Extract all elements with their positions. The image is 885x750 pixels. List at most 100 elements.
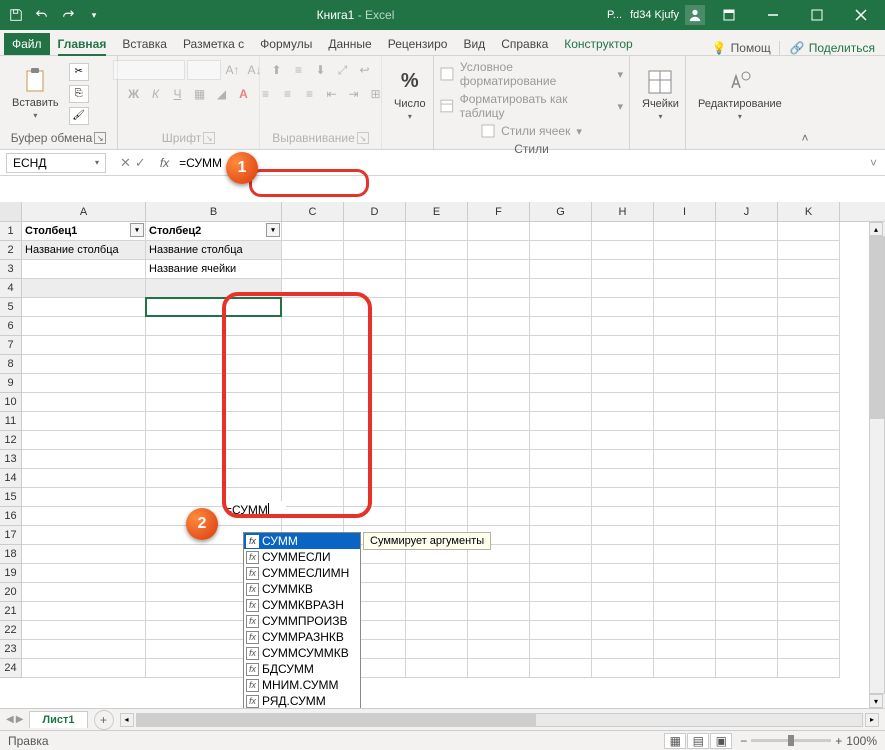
undo-icon[interactable] — [30, 3, 54, 27]
cell[interactable] — [22, 583, 146, 602]
cell[interactable] — [468, 640, 530, 659]
cell[interactable] — [778, 545, 840, 564]
cell[interactable] — [530, 621, 592, 640]
cell[interactable] — [282, 374, 344, 393]
cell[interactable] — [778, 583, 840, 602]
name-box[interactable]: ЕСНД ▾ — [6, 153, 106, 173]
hscroll-thumb[interactable] — [137, 714, 536, 726]
cell[interactable]: Название столбца — [146, 241, 282, 260]
col-header-H[interactable]: H — [592, 202, 654, 221]
cell[interactable]: Столбец1▾ — [22, 222, 146, 241]
cell[interactable] — [344, 412, 406, 431]
ribbon-display-icon[interactable] — [709, 0, 749, 30]
cell[interactable] — [592, 450, 654, 469]
cell[interactable] — [654, 488, 716, 507]
cell[interactable]: Название ячейки — [146, 260, 282, 279]
cell[interactable] — [778, 621, 840, 640]
cell[interactable] — [778, 374, 840, 393]
row-header[interactable]: 8 — [0, 355, 22, 374]
row-header[interactable]: 10 — [0, 393, 22, 412]
cell[interactable] — [406, 241, 468, 260]
cell[interactable] — [146, 298, 282, 317]
cell[interactable] — [468, 621, 530, 640]
cell[interactable] — [778, 450, 840, 469]
autocomplete-item[interactable]: fxБДСУММ — [244, 661, 360, 677]
cell[interactable] — [654, 431, 716, 450]
cell[interactable] — [344, 431, 406, 450]
cell[interactable] — [592, 260, 654, 279]
cell[interactable] — [22, 279, 146, 298]
cell[interactable] — [282, 260, 344, 279]
cell[interactable] — [468, 336, 530, 355]
cell[interactable] — [592, 488, 654, 507]
cell[interactable] — [468, 469, 530, 488]
cell[interactable] — [716, 602, 778, 621]
cell[interactable] — [406, 374, 468, 393]
row-header[interactable]: 9 — [0, 374, 22, 393]
cell[interactable] — [530, 659, 592, 678]
vertical-scrollbar[interactable]: ▴ ▾ — [869, 222, 885, 708]
cell[interactable] — [530, 222, 592, 241]
cell[interactable] — [468, 564, 530, 583]
cell[interactable] — [406, 279, 468, 298]
cell[interactable] — [344, 336, 406, 355]
col-header-E[interactable]: E — [406, 202, 468, 221]
zoom-in-button[interactable]: + — [835, 734, 842, 748]
cell[interactable] — [654, 583, 716, 602]
formula-autocomplete[interactable]: fxСУММfxСУММЕСЛИfxСУММЕСЛИМНfxСУММКВfxСУ… — [243, 532, 361, 708]
cell[interactable] — [406, 507, 468, 526]
cell[interactable] — [146, 412, 282, 431]
cell[interactable] — [22, 412, 146, 431]
cell[interactable] — [716, 260, 778, 279]
cell[interactable] — [406, 602, 468, 621]
cell[interactable] — [654, 412, 716, 431]
cell[interactable] — [282, 298, 344, 317]
col-header-I[interactable]: I — [654, 202, 716, 221]
tab-view[interactable]: Вид — [455, 33, 493, 55]
cell[interactable] — [530, 279, 592, 298]
cell[interactable] — [654, 355, 716, 374]
save-icon[interactable] — [4, 3, 28, 27]
cell[interactable] — [530, 640, 592, 659]
cell[interactable] — [22, 355, 146, 374]
cell[interactable] — [468, 298, 530, 317]
align-middle-button[interactable]: ≡ — [289, 60, 309, 80]
share-button[interactable]: 🔗 Поделиться — [779, 41, 885, 55]
cell[interactable] — [654, 564, 716, 583]
cell[interactable] — [406, 659, 468, 678]
cell[interactable] — [530, 507, 592, 526]
scroll-left-button[interactable]: ◂ — [120, 713, 134, 727]
cell[interactable] — [654, 450, 716, 469]
cell[interactable] — [778, 488, 840, 507]
cell[interactable] — [654, 393, 716, 412]
paste-button[interactable]: Вставить ▾ — [6, 65, 65, 122]
zoom-level[interactable]: 100% — [846, 734, 877, 748]
cell[interactable] — [654, 526, 716, 545]
cell[interactable] — [778, 393, 840, 412]
format-as-table-button[interactable]: Форматировать как таблицу ▾ — [440, 92, 623, 120]
cell[interactable] — [592, 545, 654, 564]
cell[interactable] — [592, 659, 654, 678]
cell[interactable] — [654, 545, 716, 564]
cell[interactable] — [716, 640, 778, 659]
cell[interactable] — [22, 393, 146, 412]
collapse-ribbon-button[interactable]: ˄ — [796, 56, 814, 149]
cell[interactable] — [22, 526, 146, 545]
cell[interactable] — [468, 260, 530, 279]
cell[interactable] — [778, 355, 840, 374]
fx-icon[interactable]: fx — [154, 156, 175, 170]
cell[interactable] — [530, 526, 592, 545]
cell[interactable] — [530, 564, 592, 583]
cell[interactable] — [282, 355, 344, 374]
row-header[interactable]: 2 — [0, 241, 22, 260]
font-size-combo[interactable] — [187, 60, 221, 80]
cell-editor[interactable]: =СУММ — [223, 501, 286, 518]
align-bottom-button[interactable]: ⬇ — [311, 60, 331, 80]
autocomplete-item[interactable]: fxСУММКВРАЗН — [244, 597, 360, 613]
cell[interactable] — [406, 336, 468, 355]
row-header[interactable]: 19 — [0, 564, 22, 583]
col-header-C[interactable]: C — [282, 202, 344, 221]
bold-button[interactable]: Ж — [124, 84, 144, 104]
cell[interactable] — [778, 507, 840, 526]
cell[interactable] — [592, 640, 654, 659]
